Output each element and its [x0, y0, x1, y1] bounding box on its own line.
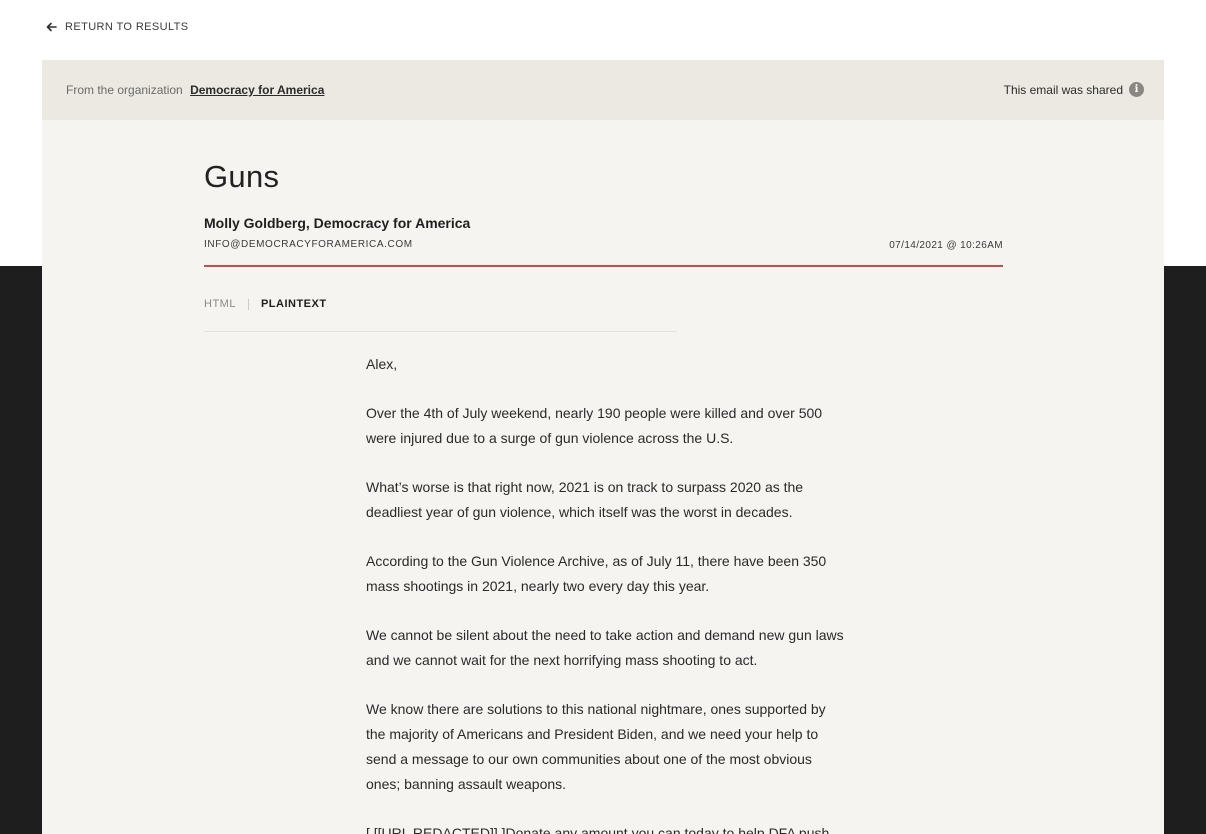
return-to-results-link[interactable]: RETURN TO RESULTS: [46, 21, 189, 33]
tab-separator: [247, 298, 249, 310]
email-body: Alex, Over the 4th of July weekend, near…: [366, 352, 846, 834]
body-paragraph: We cannot be silent about the need to ta…: [366, 627, 844, 668]
sender-name: Molly Goldberg, Democracy for America: [204, 215, 471, 231]
sender-email: INFO@DEMOCRACYFORAMERICA.COM: [204, 239, 413, 250]
tabs-divider: [204, 331, 677, 332]
body-paragraph: We know there are solutions to this nati…: [366, 701, 826, 792]
organization-link[interactable]: Democracy for America: [190, 83, 324, 97]
info-icon[interactable]: i: [1129, 82, 1144, 97]
tab-html[interactable]: HTML: [204, 298, 236, 310]
body-paragraph: Over the 4th of July weekend, nearly 190…: [366, 405, 823, 446]
body-paragraph: According to the Gun Violence Archive, a…: [366, 553, 827, 594]
arrow-left-icon: [46, 22, 57, 32]
body-paragraph: [ [[URL REDACTED]] ]Donate any amount yo…: [366, 825, 830, 834]
organization-bar: From the organization Democracy for Amer…: [42, 60, 1164, 120]
body-paragraph: Alex,: [366, 356, 398, 372]
email-subject: Guns: [204, 159, 280, 194]
return-to-results-label: RETURN TO RESULTS: [65, 21, 189, 33]
header-divider: [204, 265, 1003, 267]
email-timestamp: 07/14/2021 @ 10:26AM: [889, 240, 1003, 251]
organization-prefix: From the organization: [66, 83, 183, 97]
shared-indicator: This email was shared i: [1004, 82, 1144, 97]
format-tabs: HTML PLAINTEXT: [204, 298, 327, 310]
shared-label: This email was shared: [1003, 82, 1123, 97]
email-card: From the organization Democracy for Amer…: [42, 60, 1164, 834]
body-paragraph: What’s worse is that right now, 2021 is …: [366, 479, 804, 520]
tab-plaintext[interactable]: PLAINTEXT: [261, 298, 327, 310]
organization-source: From the organization Democracy for Amer…: [66, 83, 324, 97]
